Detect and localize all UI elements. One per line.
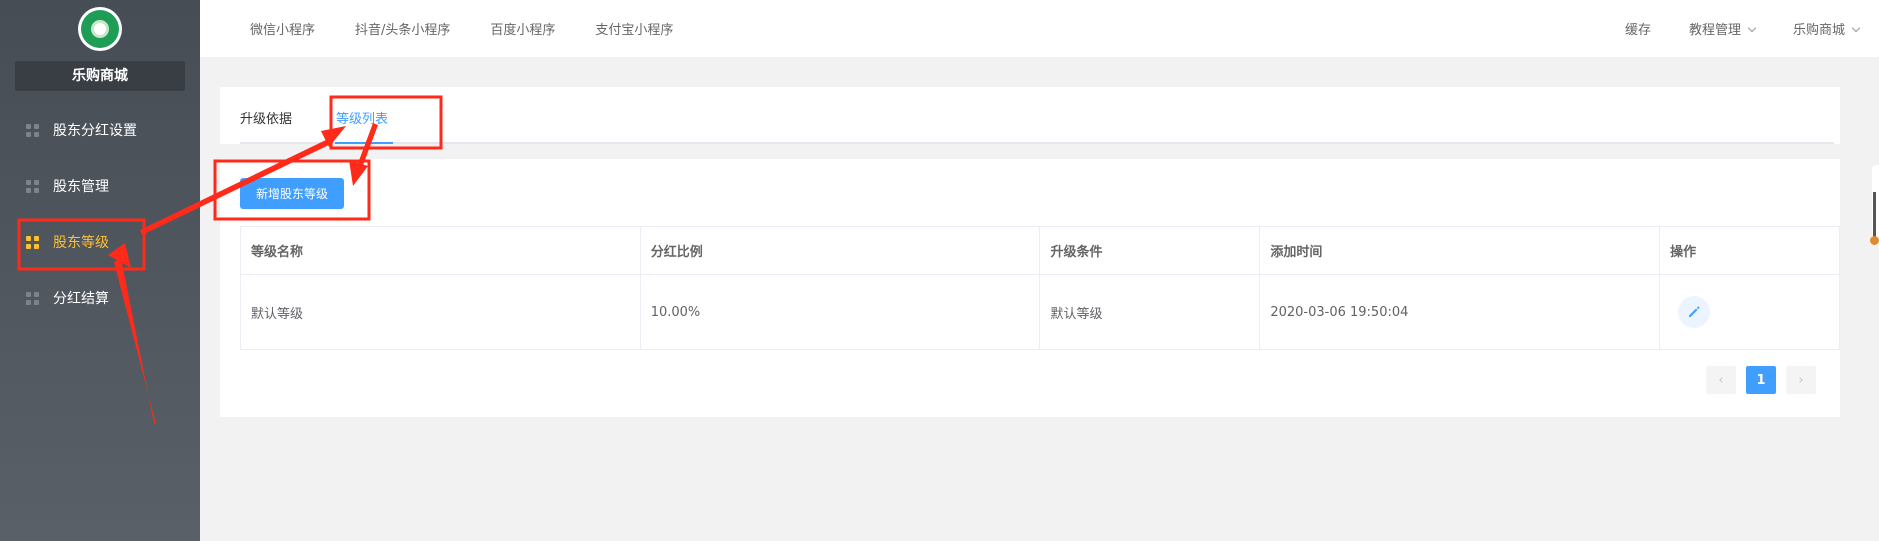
cache-link[interactable]: 缓存	[1625, 19, 1651, 38]
actions-cell	[1659, 274, 1840, 350]
shop-menu[interactable]: 乐购商城	[1792, 19, 1861, 38]
sidebar-item-label: 股东等级	[53, 235, 109, 251]
tabs-divider	[240, 142, 1834, 144]
column-header: 分红比例	[639, 226, 1041, 275]
time-cell: 2020-03-06 19:50:04	[1259, 274, 1661, 350]
top-nav-baidu[interactable]: 百度小程序	[490, 19, 555, 38]
thermometer-icon	[1873, 192, 1876, 242]
tabs-card: 升级依据 等级列表	[220, 87, 1840, 144]
grid-icon	[26, 123, 39, 137]
tab-upgrade-basis[interactable]: 升级依据	[240, 108, 292, 127]
main-card: 新增股东等级 等级名称 分红比例 升级条件 添加时间 操作 默认等级 10.00…	[220, 159, 1840, 417]
tab-level-list[interactable]: 等级列表	[336, 108, 388, 127]
top-nav-alipay[interactable]: 支付宝小程序	[595, 19, 673, 38]
grid-icon	[26, 179, 39, 193]
column-header: 等级名称	[240, 226, 641, 275]
prev-page-button[interactable]: ‹	[1706, 366, 1736, 394]
grid-icon	[26, 235, 39, 249]
logo-emblem-icon	[81, 10, 119, 48]
chevron-down-icon	[1747, 23, 1757, 33]
ratio-cell: 10.00%	[639, 274, 1041, 350]
tutorial-menu-label: 教程管理	[1688, 23, 1741, 38]
level-name-cell: 默认等级	[240, 274, 641, 350]
pagination: ‹ 1 ›	[1706, 366, 1816, 394]
sidebar-item-shareholder-level[interactable]: 股东等级	[0, 214, 200, 270]
column-header: 操作	[1659, 226, 1840, 275]
grid-icon	[26, 291, 39, 305]
next-page-button[interactable]: ›	[1786, 366, 1816, 394]
pencil-icon	[1689, 306, 1700, 317]
condition-cell: 默认等级	[1039, 274, 1261, 350]
page-number[interactable]: 1	[1746, 366, 1776, 394]
top-bar: 微信小程序 抖音/头条小程序 百度小程序 支付宝小程序 缓存 教程管理 乐购商城	[200, 0, 1879, 57]
shop-menu-label: 乐购商城	[1792, 23, 1845, 38]
tutorial-menu[interactable]: 教程管理	[1688, 19, 1757, 38]
top-right-menu: 缓存 教程管理 乐购商城	[1625, 0, 1861, 57]
chevron-down-icon	[1851, 23, 1861, 33]
shop-name: 乐购商城	[15, 61, 185, 91]
active-tab-indicator	[335, 142, 393, 144]
top-nav: 微信小程序 抖音/头条小程序 百度小程序 支付宝小程序	[250, 0, 673, 57]
sidebar: 乐购商城 股东分红设置 股东管理 股东等级 分红结算	[0, 0, 200, 541]
sidebar-item-label: 分红结算	[53, 291, 109, 307]
sidebar-item-dividend-settings[interactable]: 股东分红设置	[0, 102, 200, 158]
table-header-row: 等级名称 分红比例 升级条件 添加时间 操作	[240, 226, 1840, 275]
top-nav-douyin[interactable]: 抖音/头条小程序	[355, 19, 450, 38]
sidebar-item-label: 股东管理	[53, 179, 109, 195]
sidebar-menu: 股东分红设置 股东管理 股东等级 分红结算	[0, 102, 200, 326]
edit-button[interactable]	[1678, 296, 1711, 328]
sidebar-item-shareholder-management[interactable]: 股东管理	[0, 158, 200, 214]
widget-dot	[1870, 236, 1879, 245]
level-table: 等级名称 分红比例 升级条件 添加时间 操作 默认等级 10.00% 默认等级 …	[240, 226, 1840, 350]
column-header: 升级条件	[1039, 226, 1261, 275]
table-row: 默认等级 10.00% 默认等级 2020-03-06 19:50:04	[240, 274, 1840, 350]
sidebar-item-dividend-settlement[interactable]: 分红结算	[0, 270, 200, 326]
column-header: 添加时间	[1259, 226, 1661, 275]
sidebar-item-label: 股东分红设置	[53, 123, 137, 139]
logo[interactable]	[78, 7, 122, 51]
add-shareholder-level-button[interactable]: 新增股东等级	[240, 178, 344, 209]
top-nav-wechat[interactable]: 微信小程序	[250, 19, 315, 38]
